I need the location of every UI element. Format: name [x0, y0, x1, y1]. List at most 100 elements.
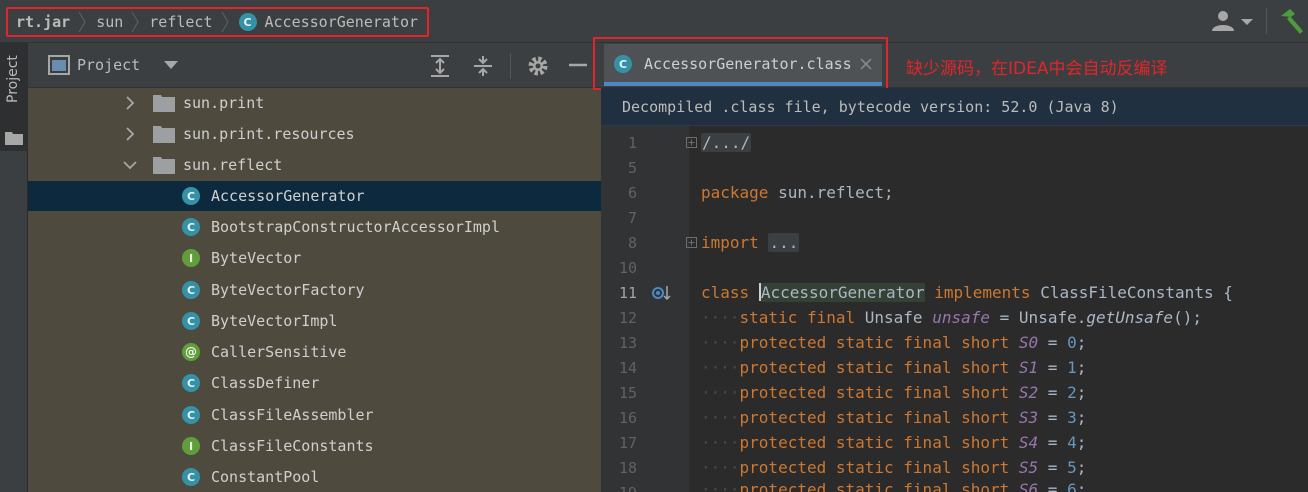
code-keyword: protected static final short [739, 458, 1010, 477]
code-number: 0 [1067, 333, 1077, 352]
code-field: S0 [1018, 333, 1039, 352]
code-line-17: ····protected static final short S4 = 4; [701, 433, 1087, 452]
line-number: 19 [601, 484, 637, 492]
code-type: Unsafe [864, 308, 923, 327]
code-keyword: protected static final short [739, 408, 1010, 427]
project-panel-title[interactable]: Project [77, 56, 140, 74]
tree-class-constant-pool[interactable]: C ConstantPool [28, 462, 601, 492]
code-line-15: ····protected static final short S2 = 2; [701, 383, 1087, 402]
breadcrumb-sun[interactable]: sun [96, 13, 123, 31]
tool-window-strip: Project [0, 43, 28, 492]
tree-label: ByteVectorFactory [211, 281, 365, 299]
implements-marker-icon[interactable] [652, 285, 672, 301]
chevron-right-icon[interactable] [123, 127, 137, 141]
code-field: S3 [1018, 408, 1039, 427]
line-number: 13 [618, 334, 637, 352]
expand-all-icon[interactable] [428, 54, 452, 78]
chevron-right-icon[interactable] [123, 96, 137, 110]
code-line-16: ····protected static final short S3 = 3; [701, 408, 1087, 427]
tree-folder-sun-print[interactable]: sun.print [28, 88, 601, 118]
tree-label: ByteVector [211, 249, 302, 267]
code-keyword: import [701, 233, 759, 252]
line-number: 5 [627, 159, 637, 177]
code-keyword: protected static final short [739, 480, 1010, 492]
tree-folder-sun-print-resources[interactable]: sun.print.resources [28, 119, 601, 149]
project-tool-tab-label: Project [5, 55, 21, 103]
tree-interface-class-file-constants[interactable]: I ClassFileConstants [28, 431, 601, 461]
hide-icon[interactable] [566, 54, 590, 78]
line-number: 10 [618, 259, 637, 277]
tree-label: sun.print [183, 94, 265, 112]
folder-icon [5, 132, 23, 145]
folded-header[interactable]: /.../ [701, 133, 752, 152]
annotation-icon: @ [182, 343, 200, 361]
code-class-name: AccessorGenerator [760, 283, 925, 302]
interface-icon: I [182, 437, 200, 455]
folded-imports[interactable]: ... [768, 233, 800, 252]
user-menu-icon[interactable] [1210, 10, 1256, 32]
chevron-down-icon[interactable] [164, 60, 178, 70]
breadcrumb: rt.jar sun reflect C AccessorGenerator [16, 11, 418, 33]
hammer-icon[interactable] [1278, 7, 1306, 35]
line-number: 15 [618, 384, 637, 402]
tree-class-byte-vector-factory[interactable]: C ByteVectorFactory [28, 275, 601, 305]
code-keyword: static final [739, 308, 856, 327]
code-number: 5 [1067, 458, 1077, 477]
fold-expand-icon[interactable] [686, 137, 697, 148]
tree-label: BootstrapConstructorAccessorImpl [211, 218, 500, 236]
folder-icon [153, 126, 175, 143]
line-number: 17 [618, 434, 637, 452]
breadcrumb-rt-jar[interactable]: rt.jar [16, 13, 70, 31]
line-number: 16 [618, 409, 637, 427]
tree-class-class-file-assembler[interactable]: C ClassFileAssembler [28, 400, 601, 430]
code-line-1: /.../ [701, 133, 752, 152]
code-number: 2 [1067, 383, 1077, 402]
line-number: 1 [627, 134, 637, 152]
tree-interface-byte-vector[interactable]: I ByteVector [28, 243, 601, 273]
code-number: 1 [1067, 358, 1077, 377]
breadcrumb-reflect[interactable]: reflect [149, 13, 212, 31]
code-brace: { [1223, 283, 1233, 302]
tree-class-accessor-generator[interactable]: C AccessorGenerator [28, 181, 601, 211]
tree-label: ByteVectorImpl [211, 312, 338, 330]
code-field: S2 [1018, 383, 1039, 402]
code-line-6: package sun.reflect; [701, 183, 894, 202]
fold-expand-icon[interactable] [686, 237, 697, 248]
code-line-13: ····protected static final short S0 = 0; [701, 333, 1087, 352]
tree-label: AccessorGenerator [211, 187, 365, 205]
code-line-8: import ... [701, 233, 800, 252]
collapse-all-icon[interactable] [471, 54, 495, 78]
code-field: S5 [1018, 458, 1039, 477]
toolbar-divider [1266, 8, 1267, 34]
tree-label: ClassDefiner [211, 374, 320, 392]
code-keyword: protected static final short [739, 333, 1010, 352]
breadcrumb-accessor-generator[interactable]: C AccessorGenerator [238, 13, 419, 31]
code-line-12: ····static final Unsafe unsafe = Unsafe.… [701, 308, 1202, 327]
code-number: 6 [1067, 480, 1077, 492]
code-call-end: (); [1173, 308, 1202, 327]
code-line-18: ····protected static final short S5 = 5; [701, 458, 1087, 477]
code-line-19: ····protected static final short S6 = 6; [701, 480, 1086, 492]
gear-icon[interactable] [526, 54, 550, 78]
tree-folder-sun-reflect[interactable]: sun.reflect [28, 150, 601, 180]
code-number: 4 [1067, 433, 1077, 452]
code-keyword: protected static final short [739, 433, 1010, 452]
interface-icon: I [182, 249, 200, 267]
tree-class-bootstrap-constructor-accessor-impl[interactable]: C BootstrapConstructorAccessorImpl [28, 212, 601, 242]
project-tool-tab[interactable]: Project [0, 43, 28, 151]
project-panel-header: Project [28, 43, 601, 88]
tab-highlight [593, 37, 888, 90]
line-number: 8 [627, 234, 637, 252]
tree-class-byte-vector-impl[interactable]: C ByteVectorImpl [28, 306, 601, 336]
tree-label: sun.reflect [183, 156, 283, 174]
class-icon: C [182, 281, 200, 299]
class-icon: C [238, 13, 257, 31]
code-field: S1 [1018, 358, 1039, 377]
line-number: 6 [627, 184, 637, 202]
breadcrumb-accessor-generator-label: AccessorGenerator [264, 13, 419, 31]
tree-annotation-caller-sensitive[interactable]: @ CallerSensitive [28, 337, 601, 367]
breadcrumb-separator-icon [78, 11, 86, 33]
chevron-down-icon[interactable] [123, 158, 137, 172]
tree-class-class-definer[interactable]: C ClassDefiner [28, 368, 601, 398]
class-icon: C [182, 406, 200, 424]
